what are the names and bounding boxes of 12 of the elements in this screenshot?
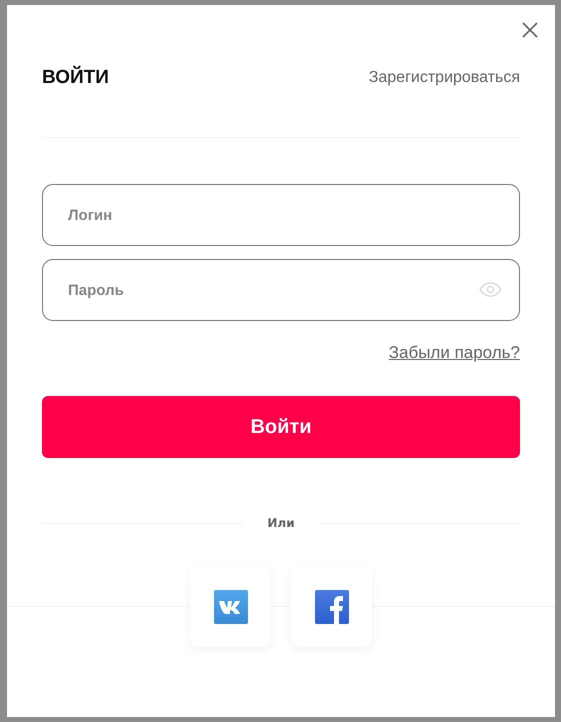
forgot-password-link[interactable]: Забыли пароль? [388,343,520,363]
register-link[interactable]: Зарегистрироваться [368,69,520,87]
login-field[interactable]: Логин [42,184,520,246]
social-login-button[interactable] [291,566,372,647]
login-button[interactable]: Войти [42,396,520,458]
social-login-button[interactable] [190,566,271,647]
social-logo-icon [214,590,248,624]
close-icon[interactable] [522,22,538,38]
password-field[interactable]: Пароль [42,259,520,321]
social-logo-icon [314,590,348,624]
separator-label: Или [267,516,295,530]
dialog-title: ВОЙТИ [42,67,109,89]
